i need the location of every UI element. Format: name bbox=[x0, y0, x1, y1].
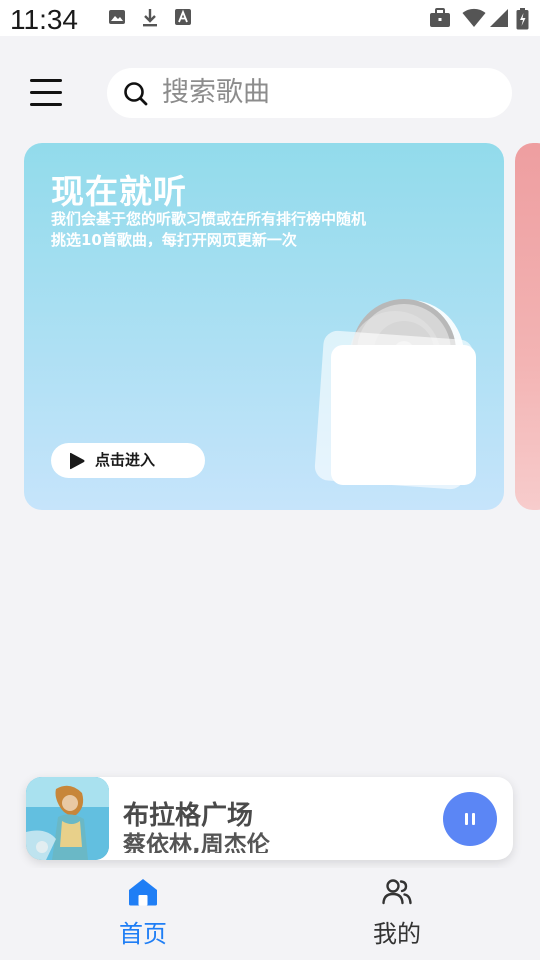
image-icon bbox=[109, 10, 125, 24]
battery-icon bbox=[516, 8, 529, 30]
play-icon bbox=[70, 452, 85, 470]
album-cover bbox=[26, 777, 109, 860]
cd-case-icon bbox=[314, 299, 476, 490]
mini-player[interactable]: 布拉格广场 蔡依林,周杰伦 bbox=[26, 777, 513, 860]
search-icon bbox=[124, 82, 148, 106]
song-artist: 蔡依林,周杰伦 bbox=[123, 832, 270, 853]
nav-item-mine[interactable]: 我的 bbox=[337, 868, 457, 958]
hamburger-menu-line bbox=[30, 103, 62, 106]
signal-icon bbox=[490, 9, 508, 27]
banner-description: 我们会基于您的听歌习惯或在所有排行榜中随机挑选10首歌曲，每打开网页更新一次 bbox=[51, 210, 367, 249]
nav-label-home: 首页 bbox=[119, 920, 167, 948]
nav-item-home[interactable]: 首页 bbox=[83, 868, 203, 958]
pause-button[interactable] bbox=[443, 792, 497, 846]
bottom-nav: 首页 我的 bbox=[0, 868, 540, 960]
search-placeholder: 搜索歌曲 bbox=[162, 77, 270, 108]
hamburger-menu-icon bbox=[30, 79, 62, 82]
menu-button[interactable] bbox=[28, 78, 64, 108]
home-icon bbox=[129, 879, 157, 906]
status-bar: 11:34 bbox=[0, 0, 540, 36]
download-icon bbox=[143, 9, 157, 27]
app-icon bbox=[175, 9, 191, 25]
nav-label-mine: 我的 bbox=[373, 920, 421, 948]
hamburger-menu-line bbox=[30, 91, 62, 94]
enter-button-label: 点击进入 bbox=[95, 451, 156, 469]
next-banner-card[interactable] bbox=[515, 143, 540, 510]
banner-title: 现在就听 bbox=[51, 172, 187, 211]
featured-banner[interactable]: 现在就听 我们会基于您的听歌习惯或在所有排行榜中随机挑选10首歌曲，每打开网页更… bbox=[24, 143, 504, 510]
enter-button[interactable]: 点击进入 bbox=[51, 443, 205, 478]
search-input[interactable]: 搜索歌曲 bbox=[107, 68, 512, 118]
wifi-icon bbox=[462, 8, 486, 27]
pause-icon bbox=[465, 813, 468, 825]
user-group-icon bbox=[382, 879, 412, 905]
status-time: 11:34 bbox=[10, 4, 78, 35]
pause-icon-bar bbox=[472, 813, 475, 825]
briefcase-icon bbox=[430, 8, 450, 27]
